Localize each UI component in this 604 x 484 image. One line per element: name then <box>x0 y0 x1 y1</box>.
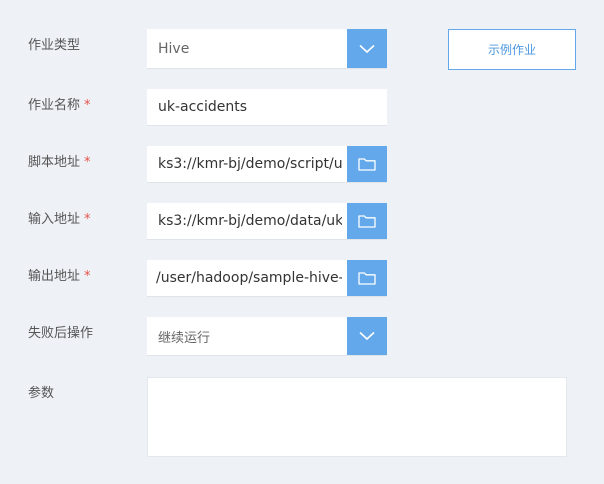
on-failure-dropdown-button[interactable] <box>347 317 387 355</box>
job-name-label: 作业名称 * <box>28 97 91 115</box>
on-failure-label: 失败后操作 <box>28 325 93 343</box>
required-marker: * <box>84 212 91 227</box>
job-type-label-text: 作业类型 <box>28 38 81 53</box>
script-path-input[interactable]: ks3://kmr-bj/demo/script/uk_accidents.hq… <box>147 146 387 183</box>
input-path-label: 输入地址 * <box>28 211 91 229</box>
input-path-input[interactable]: ks3://kmr-bj/demo/data/uk_accidents <box>147 203 387 240</box>
params-label: 参数 <box>28 385 54 403</box>
params-label-text: 参数 <box>28 386 55 401</box>
job-type-label: 作业类型 <box>28 37 80 55</box>
example-job-button[interactable]: 示例作业 <box>448 29 576 70</box>
script-path-value: ks3://kmr-bj/demo/script/uk_accidents.hq… <box>158 156 342 172</box>
folder-icon <box>358 215 376 228</box>
on-failure-select[interactable]: 继续运行 <box>147 317 387 356</box>
folder-icon <box>358 272 376 285</box>
output-path-label-text: 输出地址 <box>28 269 81 284</box>
on-failure-value: 继续运行 <box>158 330 211 346</box>
on-failure-label-text: 失败后操作 <box>28 326 94 341</box>
input-path-value: ks3://kmr-bj/demo/data/uk_accidents <box>158 213 342 229</box>
params-textarea[interactable] <box>147 377 567 457</box>
output-path-value: /user/hadoop/sample-hive-output <box>156 270 342 286</box>
output-path-input[interactable]: /user/hadoop/sample-hive-output <box>147 260 387 297</box>
required-marker: * <box>84 155 91 170</box>
script-path-label: 脚本地址 * <box>28 154 91 172</box>
required-marker: * <box>84 269 91 284</box>
script-path-browse-button[interactable] <box>347 146 387 182</box>
output-path-label: 输出地址 * <box>28 268 91 286</box>
required-marker: * <box>84 98 91 113</box>
chevron-down-icon <box>359 44 375 53</box>
folder-icon <box>358 158 376 171</box>
script-path-label-text: 脚本地址 <box>28 155 81 170</box>
job-type-value: Hive <box>158 40 190 57</box>
chevron-down-icon <box>359 331 375 341</box>
job-name-value: uk-accidents <box>158 99 248 115</box>
job-name-input[interactable]: uk-accidents <box>147 89 387 126</box>
output-path-browse-button[interactable] <box>347 260 387 296</box>
job-name-label-text: 作业名称 <box>28 98 81 113</box>
input-path-browse-button[interactable] <box>347 203 387 239</box>
job-type-dropdown-button[interactable] <box>347 29 387 68</box>
job-type-select[interactable]: Hive <box>147 29 387 69</box>
input-path-label-text: 输入地址 <box>28 212 81 227</box>
